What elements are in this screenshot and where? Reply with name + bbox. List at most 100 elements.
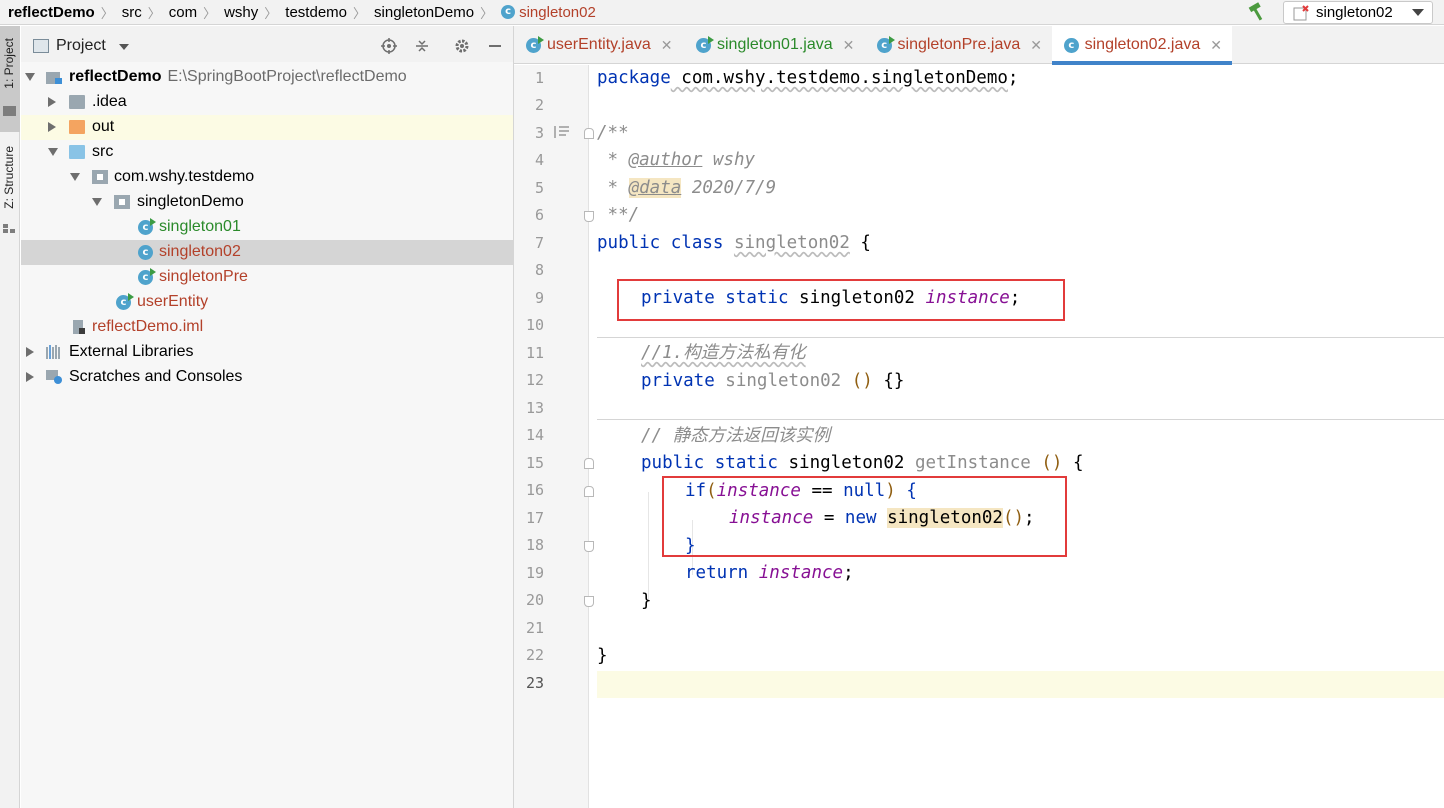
gear-icon[interactable] bbox=[454, 38, 470, 54]
expand-toggle-icon[interactable] bbox=[26, 347, 34, 357]
module-name: reflectDemo bbox=[69, 68, 162, 85]
breadcrumb-item-reflectdemo[interactable]: reflectDemo bbox=[8, 4, 95, 21]
code-area[interactable]: package com.wshy.testdemo.singletonDemo;… bbox=[597, 65, 1444, 808]
tree-item-package-singletondemo[interactable]: singletonDemo bbox=[21, 190, 513, 215]
line-number: 23 bbox=[525, 674, 544, 692]
code-editor: c userEntity.java ✕ c singleton01.java ✕… bbox=[513, 26, 1444, 808]
tree-item-out[interactable]: out bbox=[21, 115, 513, 140]
breadcrumb: reflectDemo 〉 src 〉 com 〉 wshy 〉 testdem… bbox=[8, 3, 596, 21]
fold-marker-icon[interactable] bbox=[584, 486, 594, 497]
close-icon[interactable]: ✕ bbox=[661, 37, 673, 54]
breadcrumb-item-src[interactable]: src bbox=[122, 4, 142, 21]
semicolon: ; bbox=[1007, 68, 1019, 88]
collapse-all-icon[interactable] bbox=[414, 38, 430, 54]
close-icon[interactable]: ✕ bbox=[843, 37, 855, 54]
fold-marker-icon[interactable] bbox=[584, 458, 594, 469]
type-name: singleton02 bbox=[788, 453, 915, 473]
tree-item-userentity[interactable]: c userEntity bbox=[21, 290, 513, 315]
line-number: 16 bbox=[525, 481, 544, 499]
line-number: 17 bbox=[525, 509, 544, 527]
rendered-doc-icon[interactable] bbox=[554, 125, 570, 139]
excluded-folder-icon bbox=[69, 120, 85, 134]
tree-item-src[interactable]: src bbox=[21, 140, 513, 165]
tree-item-external-libraries[interactable]: External Libraries bbox=[21, 340, 513, 365]
iml-file-icon bbox=[73, 320, 85, 334]
tab-userentity[interactable]: c userEntity.java ✕ bbox=[514, 26, 684, 64]
chevron-right-icon: 〉 bbox=[203, 5, 217, 21]
code-line-3: /** bbox=[597, 123, 629, 143]
tab-singleton02[interactable]: c singleton02.java ✕ bbox=[1052, 26, 1232, 65]
tab-singletonpre[interactable]: c singletonPre.java ✕ bbox=[865, 26, 1052, 64]
breadcrumb-item-wshy[interactable]: wshy bbox=[224, 4, 258, 21]
build-hammer-icon[interactable] bbox=[1246, 2, 1268, 22]
expand-toggle-icon[interactable] bbox=[48, 148, 58, 156]
tree-item-singleton01[interactable]: c singleton01 bbox=[21, 215, 513, 240]
tree-item-singletonpre[interactable]: c singletonPre bbox=[21, 265, 513, 290]
tree-item-singleton02[interactable]: c singleton02 bbox=[21, 240, 513, 265]
tree-label-external-libraries: External Libraries bbox=[69, 343, 194, 360]
tree-label-userentity: userEntity bbox=[137, 293, 209, 310]
breadcrumb-item-testdemo[interactable]: testdemo bbox=[285, 4, 347, 21]
line-number: 12 bbox=[525, 371, 544, 389]
tree-item-reflectdemo[interactable]: reflectDemo E:\SpringBootProject\reflectD… bbox=[21, 65, 513, 90]
line-number-gutter[interactable]: 1 2 3 4 5 6 7 8 9 10 11 12 13 14 15 16 1… bbox=[514, 65, 594, 808]
source-folder-icon bbox=[69, 145, 85, 159]
breadcrumb-item-singleton02[interactable]: singleton02 bbox=[519, 4, 596, 21]
chevron-down-icon[interactable] bbox=[119, 44, 129, 50]
braces: {} bbox=[872, 371, 905, 391]
doc-value: 2020/7/9 bbox=[681, 178, 777, 198]
fold-marker-icon[interactable] bbox=[584, 211, 594, 222]
tree-item-scratches[interactable]: Scratches and Consoles bbox=[21, 365, 513, 390]
line-number: 14 bbox=[525, 426, 544, 444]
tab-label: userEntity.java bbox=[547, 36, 651, 53]
code-line-7: public class singleton02 { bbox=[597, 230, 871, 257]
expand-toggle-icon[interactable] bbox=[92, 198, 102, 206]
keyword: package bbox=[597, 68, 671, 88]
brace: { bbox=[849, 233, 871, 253]
close-icon[interactable]: ✕ bbox=[1030, 37, 1042, 54]
tree-item-idea[interactable]: .idea bbox=[21, 90, 513, 115]
expand-toggle-icon[interactable] bbox=[48, 122, 56, 132]
locate-file-icon[interactable] bbox=[381, 38, 397, 54]
tab-singleton01[interactable]: c singleton01.java ✕ bbox=[684, 26, 865, 64]
expand-toggle-icon[interactable] bbox=[26, 372, 34, 382]
expand-toggle-icon[interactable] bbox=[48, 97, 56, 107]
line-number: 7 bbox=[534, 234, 544, 252]
expand-toggle-icon[interactable] bbox=[70, 173, 80, 181]
line-number: 22 bbox=[525, 646, 544, 664]
line-number: 8 bbox=[534, 261, 544, 279]
keyword: private bbox=[641, 371, 726, 391]
tab-structure[interactable]: Z: Structure bbox=[0, 136, 20, 246]
navigation-bar: reflectDemo 〉 src 〉 com 〉 wshy 〉 testdem… bbox=[0, 0, 1444, 25]
fold-marker-icon[interactable] bbox=[584, 128, 594, 139]
tree-item-package-testdemo[interactable]: com.wshy.testdemo bbox=[21, 165, 513, 190]
method-separator bbox=[597, 337, 1444, 338]
runnable-class-icon: c bbox=[696, 35, 714, 53]
runnable-class-icon: c bbox=[138, 218, 156, 235]
parentheses: () bbox=[841, 371, 873, 391]
tab-label: singleton01.java bbox=[717, 36, 833, 53]
minimize-icon[interactable] bbox=[487, 38, 503, 54]
run-configuration-select[interactable]: singleton02 bbox=[1283, 1, 1433, 24]
code-line-20: } bbox=[641, 591, 652, 611]
close-icon[interactable]: ✕ bbox=[1210, 37, 1222, 54]
chevron-right-icon: 〉 bbox=[480, 5, 494, 21]
project-window-icon bbox=[33, 39, 49, 53]
project-panel-title[interactable]: Project bbox=[56, 37, 106, 55]
breadcrumb-item-singletondemo[interactable]: singletonDemo bbox=[374, 4, 474, 21]
doc-tag: @author bbox=[628, 150, 703, 170]
tree-item-reflectdemo-iml[interactable]: reflectDemo.iml bbox=[21, 315, 513, 340]
line-number: 2 bbox=[534, 96, 544, 114]
method-separator bbox=[597, 419, 1444, 420]
code-line-1: package com.wshy.testdemo.singletonDemo; bbox=[597, 65, 1018, 92]
tab-project[interactable]: 1: Project bbox=[0, 26, 20, 132]
annotation-box-lazy-init bbox=[662, 476, 1067, 557]
fold-marker-icon[interactable] bbox=[584, 541, 594, 552]
libraries-icon bbox=[46, 345, 60, 359]
runnable-class-icon: c bbox=[877, 35, 895, 53]
expand-toggle-icon[interactable] bbox=[25, 73, 35, 81]
code-line-12: private singleton02 () {} bbox=[641, 368, 904, 395]
fold-marker-icon[interactable] bbox=[584, 596, 594, 607]
chevron-down-icon bbox=[1412, 9, 1424, 16]
breadcrumb-item-com[interactable]: com bbox=[169, 4, 197, 21]
